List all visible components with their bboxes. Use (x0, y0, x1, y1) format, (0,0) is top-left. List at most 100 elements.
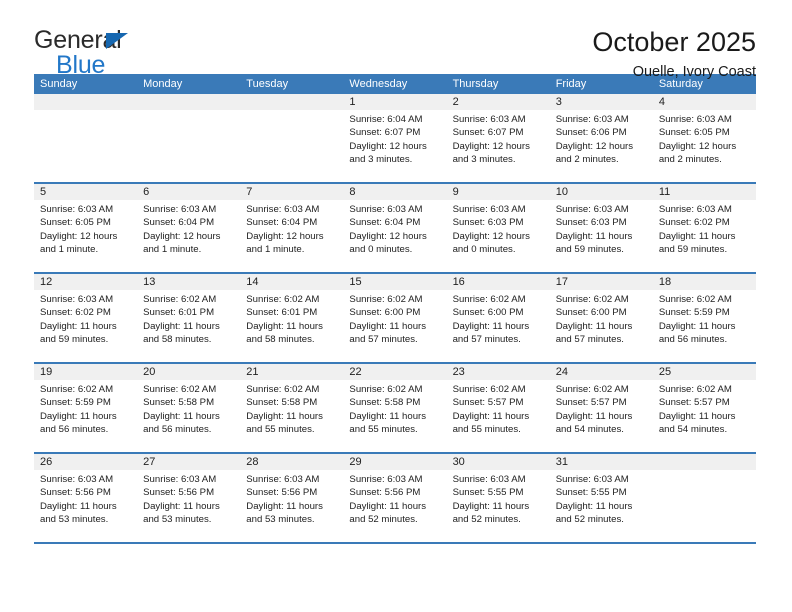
day-number (137, 94, 241, 110)
calendar-day-cell[interactable]: 2 Sunrise: 6:03 AM Sunset: 6:07 PM Daylight… (446, 94, 550, 182)
daylight-text-line2: and 0 minutes. (349, 244, 413, 256)
sunset-text: Sunset: 5:57 PM (452, 397, 524, 409)
logo-triangle-icon (106, 33, 128, 49)
daylight-text-line1: Daylight: 12 hours (349, 140, 427, 152)
calendar-day-cell[interactable]: 21 Sunrise: 6:02 AM Sunset: 5:58 PM Dayligh… (240, 364, 344, 452)
daylight-text-line1: Daylight: 12 hours (452, 230, 530, 242)
day-number: 1 (343, 94, 447, 110)
day-details (137, 110, 240, 113)
general-blue-logo[interactable]: General Blue (34, 28, 154, 82)
calendar-day-cell[interactable]: 24 Sunrise: 6:02 AM Sunset: 5:57 PM Dayligh… (549, 364, 653, 452)
calendar-day-cell[interactable]: 8 Sunrise: 6:03 AM Sunset: 6:04 PM Daylight… (343, 184, 447, 272)
sunrise-text: Sunrise: 6:03 AM (143, 474, 217, 485)
daylight-text-line2: and 58 minutes. (246, 334, 315, 346)
calendar-day-cell[interactable]: 23 Sunrise: 6:02 AM Sunset: 5:57 PM Dayligh… (446, 364, 550, 452)
calendar-day-cell[interactable]: 28 Sunrise: 6:03 AM Sunset: 5:56 PM Dayligh… (240, 454, 344, 542)
daylight-text-line2: and 55 minutes. (246, 424, 315, 436)
calendar-day-cell[interactable]: 10 Sunrise: 6:03 AM Sunset: 6:03 PM Dayligh… (549, 184, 653, 272)
daylight-text-line2: and 55 minutes. (349, 424, 418, 436)
daylight-text-line1: Daylight: 11 hours (143, 500, 220, 512)
calendar-day-cell[interactable]: 4 Sunrise: 6:03 AM Sunset: 6:05 PM Daylight… (652, 94, 756, 182)
sunrise-text: Sunrise: 6:03 AM (40, 204, 114, 215)
day-details (34, 110, 137, 113)
calendar-day-cell[interactable]: 16 Sunrise: 6:02 AM Sunset: 6:00 PM Dayligh… (446, 274, 550, 362)
calendar-day-cell[interactable]: 27 Sunrise: 6:03 AM Sunset: 5:56 PM Dayligh… (137, 454, 241, 542)
sunrise-text: Sunrise: 6:02 AM (555, 294, 629, 305)
daylight-text-line1: Daylight: 11 hours (349, 320, 427, 332)
calendar-day-cell-empty (652, 454, 756, 542)
calendar-day-cell[interactable]: 18 Sunrise: 6:02 AM Sunset: 5:59 PM Dayligh… (652, 274, 756, 362)
day-number: 14 (240, 274, 344, 290)
calendar-day-cell[interactable]: 15 Sunrise: 6:02 AM Sunset: 6:00 PM Dayligh… (343, 274, 447, 362)
day-number: 4 (652, 94, 756, 110)
day-details: Sunrise: 6:02 AM Sunset: 5:59 PM Daylight:… (653, 290, 756, 347)
calendar-day-cell[interactable]: 1 Sunrise: 6:04 AM Sunset: 6:07 PM Daylight… (343, 94, 447, 182)
calendar-day-cell-empty (34, 94, 138, 182)
daylight-text-line2: and 54 minutes. (555, 424, 624, 436)
calendar-day-cell[interactable]: 12 Sunrise: 6:03 AM Sunset: 6:02 PM Dayligh… (34, 274, 138, 362)
day-number: 26 (34, 454, 138, 470)
day-details (240, 110, 343, 113)
daylight-text-line1: Daylight: 12 hours (40, 230, 118, 242)
calendar-day-cell[interactable]: 17 Sunrise: 6:02 AM Sunset: 6:00 PM Dayligh… (549, 274, 653, 362)
calendar-day-cell[interactable]: 6 Sunrise: 6:03 AM Sunset: 6:04 PM Daylight… (137, 184, 241, 272)
daylight-text-line1: Daylight: 11 hours (246, 410, 323, 422)
calendar-day-cell[interactable]: 20 Sunrise: 6:02 AM Sunset: 5:58 PM Dayligh… (137, 364, 241, 452)
sunrise-text: Sunrise: 6:03 AM (452, 114, 526, 125)
daylight-text-line1: Daylight: 11 hours (658, 230, 736, 242)
sunset-text: Sunset: 5:56 PM (40, 487, 111, 499)
sunset-text: Sunset: 5:56 PM (246, 487, 318, 499)
sunset-text: Sunset: 6:07 PM (452, 127, 524, 139)
day-details: Sunrise: 6:03 AM Sunset: 5:56 PM Daylight:… (137, 470, 240, 527)
sunrise-text: Sunrise: 6:03 AM (246, 204, 320, 215)
day-number: 23 (446, 364, 550, 380)
sunset-text: Sunset: 6:02 PM (40, 307, 111, 319)
day-details: Sunrise: 6:03 AM Sunset: 6:03 PM Daylight:… (550, 200, 653, 257)
day-number: 15 (343, 274, 447, 290)
sunrise-text: Sunrise: 6:03 AM (349, 204, 423, 215)
calendar-day-cell[interactable]: 31 Sunrise: 6:03 AM Sunset: 5:55 PM Dayligh… (549, 454, 653, 542)
calendar-day-cell[interactable]: 5 Sunrise: 6:03 AM Sunset: 6:05 PM Daylight… (34, 184, 138, 272)
daylight-text-line2: and 2 minutes. (555, 154, 619, 166)
sunrise-text: Sunrise: 6:02 AM (452, 384, 526, 395)
day-details: Sunrise: 6:02 AM Sunset: 5:58 PM Daylight:… (137, 380, 240, 437)
calendar-day-cell[interactable]: 7 Sunrise: 6:03 AM Sunset: 6:04 PM Daylight… (240, 184, 344, 272)
calendar-day-cell[interactable]: 11 Sunrise: 6:03 AM Sunset: 6:02 PM Dayligh… (652, 184, 756, 272)
calendar-day-cell-empty (137, 94, 241, 182)
calendar-day-cell[interactable]: 30 Sunrise: 6:03 AM Sunset: 5:55 PM Dayligh… (446, 454, 550, 542)
day-number: 20 (137, 364, 241, 380)
calendar-day-cell[interactable]: 9 Sunrise: 6:03 AM Sunset: 6:03 PM Daylight… (446, 184, 550, 272)
calendar-day-cell[interactable]: 22 Sunrise: 6:02 AM Sunset: 5:58 PM Dayligh… (343, 364, 447, 452)
sunrise-text: Sunrise: 6:03 AM (40, 474, 114, 485)
daylight-text-line1: Daylight: 11 hours (40, 410, 117, 422)
sunrise-text: Sunrise: 6:03 AM (246, 474, 320, 485)
calendar-day-cell[interactable]: 14 Sunrise: 6:02 AM Sunset: 6:01 PM Dayligh… (240, 274, 344, 362)
daylight-text-line1: Daylight: 12 hours (143, 230, 221, 242)
day-number: 19 (34, 364, 138, 380)
calendar-day-cell[interactable]: 3 Sunrise: 6:03 AM Sunset: 6:06 PM Daylight… (549, 94, 653, 182)
weekday-header-tuesday: Tuesday (246, 78, 289, 90)
calendar-day-cell[interactable]: 25 Sunrise: 6:02 AM Sunset: 5:57 PM Dayligh… (652, 364, 756, 452)
calendar-day-cell[interactable]: 13 Sunrise: 6:02 AM Sunset: 6:01 PM Dayligh… (137, 274, 241, 362)
calendar-day-cell[interactable]: 19 Sunrise: 6:02 AM Sunset: 5:59 PM Dayligh… (34, 364, 138, 452)
day-details: Sunrise: 6:02 AM Sunset: 6:00 PM Daylight:… (343, 290, 446, 347)
calendar-weeks: 1 Sunrise: 6:04 AM Sunset: 6:07 PM Daylight… (34, 94, 756, 544)
calendar-day-cell-empty (240, 94, 344, 182)
sunrise-text: Sunrise: 6:03 AM (452, 474, 526, 485)
sunset-text: Sunset: 5:56 PM (143, 487, 215, 499)
daylight-text-line2: and 3 minutes. (452, 154, 516, 166)
day-details: Sunrise: 6:03 AM Sunset: 6:05 PM Daylight:… (653, 110, 756, 167)
sunset-text: Sunset: 6:04 PM (246, 217, 318, 229)
sunrise-text: Sunrise: 6:03 AM (658, 204, 732, 215)
calendar-week-row: 5 Sunrise: 6:03 AM Sunset: 6:05 PM Daylight… (34, 184, 756, 274)
day-details: Sunrise: 6:03 AM Sunset: 6:02 PM Daylight:… (34, 290, 137, 347)
page-header: General Blue October 2025 Ouelle, Ivory … (34, 0, 756, 80)
calendar-day-cell[interactable]: 29 Sunrise: 6:03 AM Sunset: 5:56 PM Dayligh… (343, 454, 447, 542)
day-details: Sunrise: 6:02 AM Sunset: 5:59 PM Daylight:… (34, 380, 137, 437)
sunrise-text: Sunrise: 6:02 AM (349, 294, 423, 305)
day-details: Sunrise: 6:02 AM Sunset: 6:01 PM Daylight:… (137, 290, 240, 347)
calendar-day-cell[interactable]: 26 Sunrise: 6:03 AM Sunset: 5:56 PM Dayligh… (34, 454, 138, 542)
title-block: October 2025 Ouelle, Ivory Coast (592, 26, 756, 82)
sunrise-text: Sunrise: 6:02 AM (349, 384, 423, 395)
calendar-week-row: 19 Sunrise: 6:02 AM Sunset: 5:59 PM Dayligh… (34, 364, 756, 454)
